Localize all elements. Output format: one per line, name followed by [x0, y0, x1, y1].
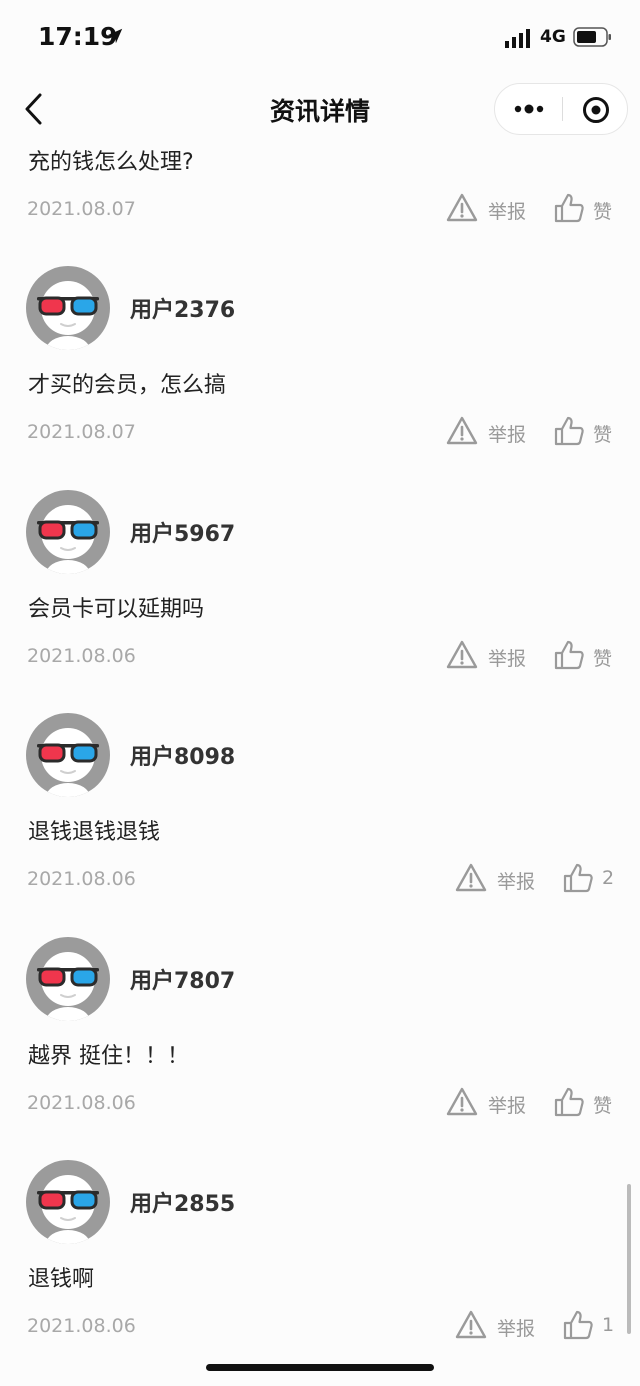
warning-triangle-icon: [446, 1087, 478, 1116]
comment-date: 2021.08.06: [27, 1092, 136, 1114]
report-label: 举报: [488, 201, 527, 223]
comment-date: 2021.08.07: [27, 421, 136, 443]
like-count: 赞: [593, 648, 613, 670]
avatar[interactable]: [26, 266, 110, 350]
like-button[interactable]: 赞: [553, 192, 617, 226]
warning-triangle-icon: [446, 193, 478, 222]
comment-text: 才买的会员，怎么搞: [28, 373, 227, 398]
report-button[interactable]: 举报: [455, 1309, 539, 1343]
like-button[interactable]: 赞: [553, 639, 617, 673]
warning-triangle-icon: [455, 863, 487, 892]
thumbs-up-icon: [554, 416, 584, 446]
report-button[interactable]: 举报: [446, 639, 530, 673]
comment-date: 2021.08.06: [27, 1315, 136, 1337]
username: 用户2855: [130, 1192, 236, 1217]
report-label: 举报: [497, 1318, 536, 1340]
like-button[interactable]: 2: [562, 862, 626, 896]
avatar[interactable]: [26, 490, 110, 574]
report-button[interactable]: 举报: [455, 862, 539, 896]
comment-text: 会员卡可以延期吗: [28, 597, 205, 622]
like-count: 赞: [593, 1095, 613, 1117]
warning-triangle-icon: [446, 640, 478, 669]
report-label: 举报: [497, 871, 536, 893]
comment-date: 2021.08.07: [27, 198, 136, 220]
avatar[interactable]: [26, 713, 110, 797]
like-count: 赞: [593, 424, 613, 446]
report-button[interactable]: 举报: [446, 415, 530, 449]
thumbs-up-icon: [554, 1087, 584, 1117]
close-target-icon[interactable]: [582, 96, 610, 124]
scrollbar[interactable]: [627, 1184, 631, 1334]
thumbs-up-icon: [554, 193, 584, 223]
comment-text: 退钱啊: [28, 1267, 95, 1292]
report-button[interactable]: 举报: [446, 1086, 530, 1120]
comment-list: 充的钱怎么处理? 2021.08.07 举报 赞 用户2376 才买的会员，怎么…: [0, 142, 640, 1374]
home-indicator[interactable]: [206, 1364, 434, 1371]
comment-text: 越界 挺住！！！: [28, 1044, 189, 1069]
like-count: 1: [602, 1314, 615, 1336]
username: 用户8098: [130, 745, 236, 770]
thumbs-up-icon: [554, 640, 584, 670]
more-dots-icon[interactable]: [514, 99, 544, 119]
comment-text: 充的钱怎么处理?: [28, 150, 194, 175]
avatar[interactable]: [26, 1160, 110, 1244]
avatar[interactable]: [26, 937, 110, 1021]
nav-bar: 资讯详情: [0, 76, 640, 142]
like-count: 赞: [593, 201, 613, 223]
report-label: 举报: [488, 1095, 527, 1117]
username: 用户5967: [130, 522, 236, 547]
mini-program-capsule: [494, 83, 628, 135]
report-label: 举报: [488, 424, 527, 446]
warning-triangle-icon: [455, 1310, 487, 1339]
like-button[interactable]: 赞: [553, 1086, 617, 1120]
comment-date: 2021.08.06: [27, 868, 136, 890]
comment-text: 退钱退钱退钱: [28, 820, 161, 845]
thumbs-up-icon: [563, 863, 593, 893]
network-type: 4G: [540, 27, 566, 47]
report-label: 举报: [488, 648, 527, 670]
report-button[interactable]: 举报: [446, 192, 530, 226]
username: 用户2376: [130, 298, 236, 323]
signal-bars-icon: [505, 29, 530, 48]
location-arrow-icon: [107, 28, 123, 44]
like-count: 2: [602, 867, 615, 889]
username: 用户7807: [130, 969, 236, 994]
battery-icon: [573, 27, 611, 47]
like-button[interactable]: 赞: [553, 415, 617, 449]
status-bar: 17:19 4G: [0, 0, 640, 76]
like-button[interactable]: 1: [562, 1309, 626, 1343]
comment-date: 2021.08.06: [27, 645, 136, 667]
warning-triangle-icon: [446, 416, 478, 445]
capsule-divider: [562, 97, 563, 121]
thumbs-up-icon: [563, 1310, 593, 1340]
